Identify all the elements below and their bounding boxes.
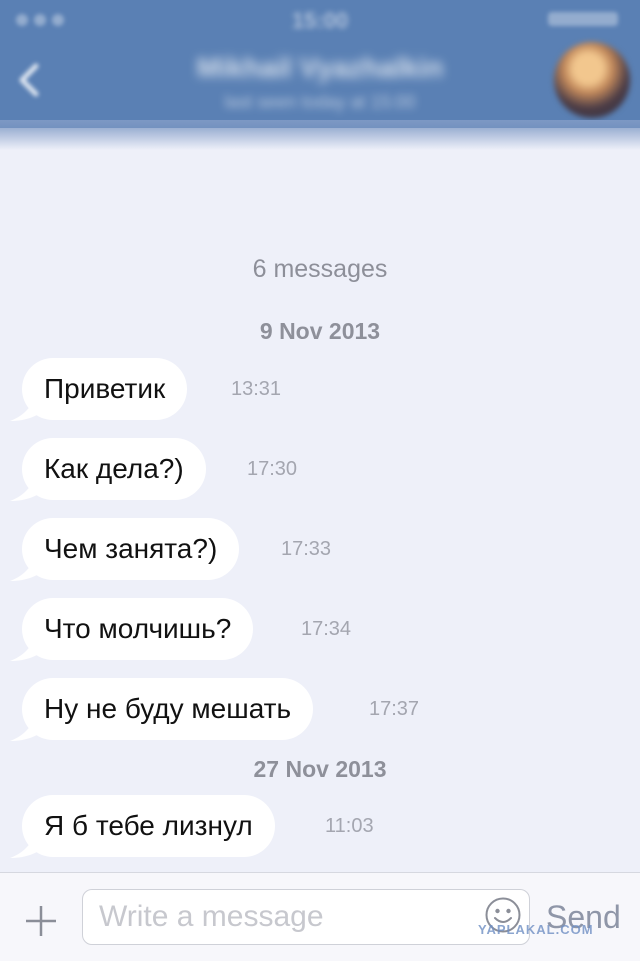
status-time: 15:00 — [291, 8, 349, 33]
message-time: 17:33 — [281, 538, 332, 560]
back-chevron-icon[interactable] — [10, 60, 50, 100]
message-time: 17:37 — [369, 698, 420, 720]
plus-icon[interactable] — [24, 904, 58, 938]
message-time: 13:31 — [231, 378, 282, 400]
message-input-bar — [0, 872, 640, 961]
contact-avatar[interactable] — [554, 42, 630, 118]
message-bubble[interactable]: Ну не буду мешать — [22, 678, 314, 740]
date-separator: 9 Nov 2013 — [259, 318, 381, 344]
contact-name[interactable]: Mikhail Vyazhalkin — [120, 52, 520, 84]
message-count[interactable]: 6 messages — [0, 255, 640, 284]
message-bubble[interactable]: Как дела?) — [22, 438, 206, 500]
watermark: YAPLAKAL.COM — [478, 922, 594, 937]
status-bar: 15:00 — [0, 0, 640, 40]
message-bubble[interactable]: Я б тебе лизнул — [22, 795, 275, 857]
message-bubble[interactable]: Что молчишь? — [22, 598, 254, 660]
chat-header: 15:00 Mikhail Vyazhalkin last seen today… — [0, 0, 640, 128]
battery-icon — [548, 12, 618, 26]
date-separator: 27 Nov 2013 — [253, 756, 387, 782]
header-shadow — [0, 120, 640, 150]
message-bubble[interactable]: Приветик — [22, 358, 188, 420]
message-bubble[interactable]: Чем занята?) — [22, 518, 240, 580]
message-time: 11:03 — [325, 815, 374, 837]
message-input[interactable] — [82, 889, 530, 945]
message-time: 17:30 — [247, 458, 298, 480]
message-time: 17:34 — [301, 618, 352, 640]
contact-status: last seen today at 15:00 — [224, 92, 416, 112]
